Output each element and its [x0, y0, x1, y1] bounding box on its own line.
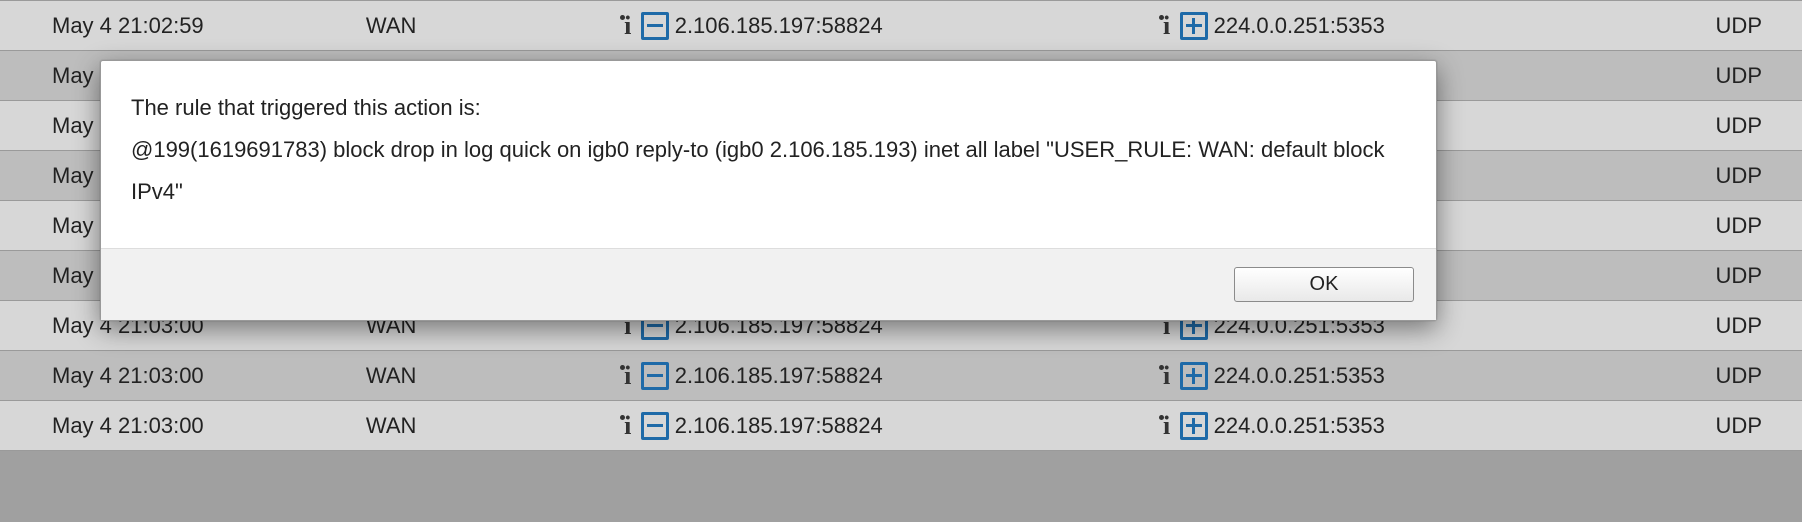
- pass-add-icon[interactable]: [1180, 362, 1208, 390]
- table-row: May 4 21:03:00WANi2.106.185.197:58824i22…: [0, 351, 1802, 401]
- log-protocol: UDP: [1643, 101, 1802, 151]
- pass-add-icon[interactable]: [1180, 12, 1208, 40]
- block-remove-icon[interactable]: [641, 412, 669, 440]
- log-destination: 224.0.0.251:5353: [1214, 363, 1385, 388]
- table-row: May 4 21:03:00WANi2.106.185.197:58824i22…: [0, 401, 1802, 451]
- log-interface: WAN: [365, 401, 616, 451]
- log-destination: 224.0.0.251:5353: [1214, 13, 1385, 38]
- dialog-body: The rule that triggered this action is: …: [101, 61, 1436, 248]
- info-icon[interactable]: i: [617, 11, 639, 41]
- info-icon[interactable]: i: [617, 361, 639, 391]
- dialog-footer: OK: [101, 248, 1436, 320]
- log-protocol: UDP: [1643, 201, 1802, 251]
- log-source-cell: i 2.106.185.197:58824: [616, 1, 1155, 51]
- info-icon[interactable]: i: [617, 411, 639, 441]
- block-remove-icon[interactable]: [641, 362, 669, 390]
- log-destination-cell: i 224.0.0.251:5353: [1155, 1, 1643, 51]
- log-destination: 224.0.0.251:5353: [1214, 413, 1385, 438]
- dialog-message-line1: The rule that triggered this action is:: [131, 87, 1406, 129]
- log-protocol: UDP: [1643, 251, 1802, 301]
- log-protocol: UDP: [1643, 351, 1802, 401]
- log-destination-cell: i 224.0.0.251:5353: [1155, 351, 1643, 401]
- dialog-message-line2: @199(1619691783) block drop in log quick…: [131, 129, 1406, 213]
- log-source-cell: i 2.106.185.197:58824: [616, 351, 1155, 401]
- log-time: May 4 21:03:00: [0, 401, 365, 451]
- log-protocol: UDP: [1643, 301, 1802, 351]
- log-source: 2.106.185.197:58824: [675, 413, 883, 438]
- log-protocol: UDP: [1643, 401, 1802, 451]
- log-protocol: UDP: [1643, 51, 1802, 101]
- rule-info-dialog: The rule that triggered this action is: …: [100, 60, 1437, 321]
- info-icon[interactable]: i: [1156, 361, 1178, 391]
- pass-add-icon[interactable]: [1180, 412, 1208, 440]
- table-row: May 4 21:02:59WANi2.106.185.197:58824i22…: [0, 1, 1802, 51]
- log-destination-cell: i 224.0.0.251:5353: [1155, 401, 1643, 451]
- log-interface: WAN: [365, 1, 616, 51]
- log-protocol: UDP: [1643, 151, 1802, 201]
- log-source: 2.106.185.197:58824: [675, 363, 883, 388]
- ok-button[interactable]: OK: [1234, 267, 1414, 302]
- log-source: 2.106.185.197:58824: [675, 13, 883, 38]
- log-interface: WAN: [365, 351, 616, 401]
- info-icon[interactable]: i: [1156, 411, 1178, 441]
- log-time: May 4 21:03:00: [0, 351, 365, 401]
- log-time: May 4 21:02:59: [0, 1, 365, 51]
- block-remove-icon[interactable]: [641, 12, 669, 40]
- log-protocol: UDP: [1643, 1, 1802, 51]
- log-source-cell: i 2.106.185.197:58824: [616, 401, 1155, 451]
- info-icon[interactable]: i: [1156, 11, 1178, 41]
